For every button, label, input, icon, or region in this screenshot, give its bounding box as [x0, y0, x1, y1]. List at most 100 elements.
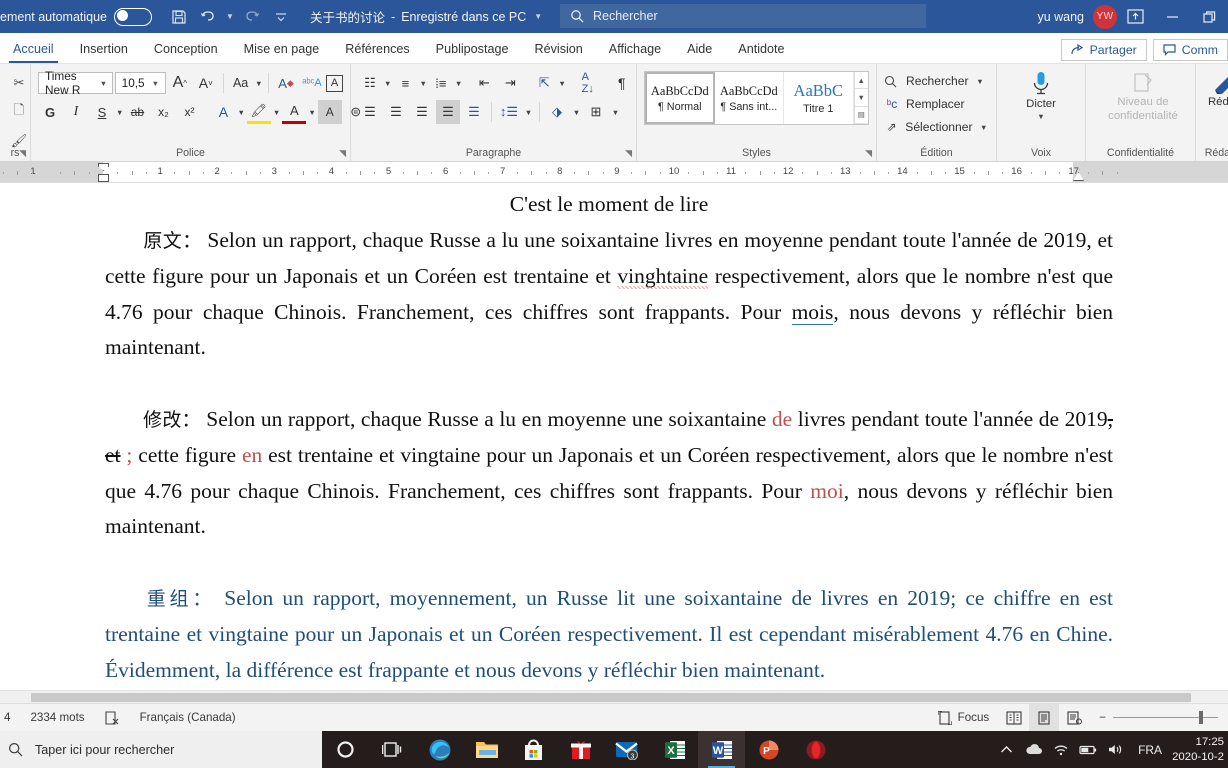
tab-mise-en-page[interactable]: Mise en page — [231, 34, 333, 63]
taskbar-search-input[interactable]: Taper ici pour rechercher — [0, 731, 322, 768]
styles-dialog-launcher[interactable]: ◥ — [865, 148, 872, 159]
tab-antidote[interactable]: Antidote — [725, 34, 797, 63]
clipboard-dialog-launcher[interactable]: ◥ — [19, 148, 26, 159]
subscript-button[interactable]: x₂ — [151, 100, 175, 124]
cut-icon[interactable]: ✂ — [7, 73, 31, 94]
strikethrough-button[interactable]: ab — [125, 100, 149, 124]
grow-font-icon[interactable]: A ^ — [168, 71, 192, 95]
language-indicator[interactable]: FRA — [1128, 743, 1172, 757]
bullet-list-icon[interactable]: ☷ — [358, 71, 382, 95]
paragraphe-dialog-launcher[interactable]: ◥ — [625, 148, 632, 159]
dictate-dropdown-icon[interactable]: ▼ — [1036, 112, 1047, 121]
microsoft-edge-icon[interactable] — [416, 731, 463, 768]
phonetic-guide-icon[interactable]: ᵃᵇᶜA — [300, 71, 324, 95]
proofing-errors-icon[interactable] — [95, 704, 130, 732]
style-sans-interligne[interactable]: AaBbCcDd ¶ Sans int... — [715, 72, 785, 124]
sort-icon[interactable]: A Z↓ — [576, 71, 600, 95]
document-body[interactable]: C'est le moment de lire 原文： Selon un rap… — [105, 185, 1113, 688]
onedrive-icon[interactable] — [1020, 731, 1047, 768]
read-mode-icon[interactable] — [999, 704, 1029, 732]
align-center-icon[interactable]: ☰ — [384, 100, 408, 124]
paragraph-mark-icon[interactable]: ¶ — [610, 71, 634, 95]
gallery-expand-icon[interactable]: ▤ — [854, 107, 869, 124]
battery-icon[interactable] — [1074, 731, 1101, 768]
distribute-icon[interactable]: ☰ — [462, 100, 486, 124]
increase-indent-icon[interactable]: ⇥ — [498, 71, 522, 95]
tab-insertion[interactable]: Insertion — [67, 34, 141, 63]
find-button[interactable]: Rechercher ▼ — [884, 70, 989, 92]
gallery-scroll-up-icon[interactable]: ▲ — [854, 72, 869, 90]
paragraph-revised[interactable]: 修改： Selon un rapport, chaque Russe a lu … — [105, 402, 1113, 545]
save-icon[interactable] — [166, 5, 192, 29]
mail-icon[interactable]: 3 — [604, 731, 651, 768]
font-size-combo[interactable]: 10,5 ▼ — [114, 72, 166, 94]
dictate-button[interactable]: Dicter ▼ — [1004, 67, 1078, 121]
bold-button[interactable]: G — [38, 100, 62, 124]
align-left-icon[interactable]: ☰ — [358, 100, 382, 124]
tab-aide[interactable]: Aide — [674, 34, 725, 63]
tab-conception[interactable]: Conception — [141, 34, 231, 63]
superscript-button[interactable]: x² — [177, 100, 201, 124]
autosave-toggle[interactable] — [114, 7, 153, 26]
print-layout-icon[interactable] — [1029, 703, 1060, 732]
text-effects-button[interactable]: A — [211, 100, 235, 124]
task-view-icon[interactable] — [369, 731, 416, 768]
align-right-icon[interactable]: ☰ — [410, 100, 434, 124]
file-explorer-icon[interactable] — [463, 731, 510, 768]
text-effects-dropdown-icon[interactable]: ▼ — [237, 108, 244, 117]
grammar-error-word[interactable]: mois — [791, 299, 834, 325]
style-titre-1[interactable]: AaBbC Titre 1 — [784, 72, 854, 124]
paragraph-original[interactable]: 原文： Selon un rapport, chaque Russe a lu … — [105, 223, 1113, 366]
left-indent-marker[interactable] — [98, 174, 109, 182]
show-hidden-icons-icon[interactable] — [993, 731, 1020, 768]
tab-affichage[interactable]: Affichage — [596, 34, 674, 63]
horizontal-scrollbar[interactable] — [0, 690, 1228, 703]
share-button[interactable]: Partager — [1060, 39, 1147, 61]
styles-gallery[interactable]: AaBbCcDd ¶ Normal AaBbCcDd ¶ Sans int...… — [644, 71, 869, 125]
restore-icon[interactable] — [1191, 0, 1228, 33]
avatar[interactable]: YW — [1093, 4, 1117, 29]
wifi-icon[interactable] — [1047, 731, 1074, 768]
shading-icon[interactable]: ⬗ — [545, 100, 569, 124]
shrink-font-icon[interactable]: A ˅ — [194, 71, 218, 95]
autosave-control[interactable]: ement automatique — [0, 7, 153, 26]
character-border-icon[interactable]: A — [325, 74, 343, 92]
zoom-thumb[interactable] — [1199, 711, 1203, 724]
decrease-indent-icon[interactable]: ⇤ — [472, 71, 496, 95]
gallery-scroll-down-icon[interactable]: ▼ — [854, 89, 869, 107]
copy-icon[interactable]: 🗋 — [7, 102, 31, 123]
comments-button[interactable]: Comm — [1152, 39, 1228, 61]
word-count[interactable]: 2334 mots — [20, 704, 94, 732]
horizontal-ruler[interactable]: 1 1 2 3 4 5 6 7 8 9 10 11 12 13 14 15 16 17 — [0, 162, 1228, 183]
microsoft-powerpoint-icon[interactable]: P — [745, 731, 792, 768]
user-name[interactable]: yu wang — [1037, 10, 1084, 24]
font-family-combo[interactable]: Times New R ▼ — [38, 69, 113, 97]
styles-gallery-scrollbar[interactable]: ▲ ▼ ▤ — [853, 72, 869, 124]
select-button[interactable]: ⇗ Sélectionner ▼ — [884, 116, 989, 138]
text-shading-button[interactable]: A — [317, 100, 342, 124]
multilevel-list-icon[interactable]: ⁞≡ — [429, 71, 453, 95]
gift-icon[interactable] — [557, 731, 604, 768]
justify-icon[interactable]: ☰ — [436, 100, 460, 124]
cortana-icon[interactable] — [322, 731, 369, 768]
horizontal-scrollbar-thumb[interactable] — [31, 693, 1191, 702]
zoom-slider[interactable]: − — [1089, 711, 1228, 724]
style-normal[interactable]: AaBbCcDd ¶ Normal — [645, 72, 715, 124]
opera-icon[interactable] — [792, 731, 839, 768]
clock[interactable]: 17:25 2020-10-2 — [1172, 735, 1228, 765]
highlight-button[interactable]: 🖍 — [246, 100, 271, 124]
undo-dropdown-icon[interactable]: ▼ — [224, 12, 236, 21]
borders-icon[interactable]: ⊞ — [584, 100, 608, 124]
italic-button[interactable]: I — [64, 100, 88, 124]
tab-references[interactable]: Références — [332, 34, 422, 63]
spelling-error-word[interactable]: vinghtaine — [617, 264, 709, 290]
focus-mode-button[interactable]: Focus — [928, 704, 1000, 732]
document-title-area[interactable]: 关于书的讨论 - Enregistré dans ce PC ▼ — [310, 0, 544, 33]
line-spacing-icon[interactable]: ↕☰ — [497, 100, 521, 124]
sensitivity-button[interactable]: Niveau de confidentialité — [1093, 67, 1193, 123]
tab-accueil[interactable]: Accueil — [0, 34, 67, 63]
customize-quick-access-icon[interactable] — [268, 5, 294, 29]
document-canvas[interactable]: C'est le moment de lire 原文： Selon un rap… — [0, 185, 1228, 703]
underline-button[interactable]: S — [90, 100, 114, 124]
highlight-dropdown-icon[interactable]: ▼ — [273, 108, 280, 117]
